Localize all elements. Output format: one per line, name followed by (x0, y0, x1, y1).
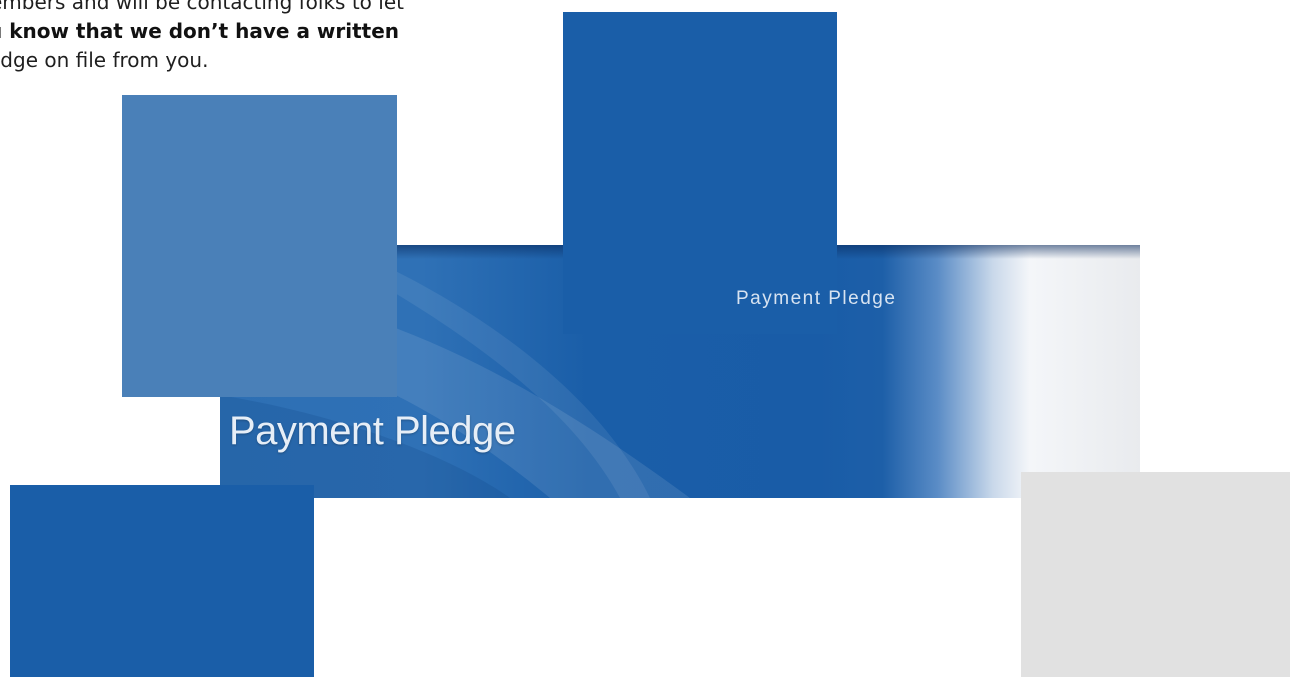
light-blue-block (122, 95, 397, 397)
page: embers and will be contacting folks to l… (0, 0, 1290, 677)
article-line-2: u know that we don’t have a written (0, 19, 400, 43)
banner-title-small: Payment Pledge (736, 288, 897, 309)
article-line-3: edge on file from you. (0, 48, 209, 72)
top-blue-block (563, 12, 837, 334)
gray-block (1021, 472, 1290, 677)
article-body-text: embers and will be contacting folks to l… (0, 0, 550, 75)
white-patch (122, 397, 220, 485)
article-line-1: embers and will be contacting folks to l… (0, 0, 404, 14)
bottom-left-blue-block (10, 485, 314, 677)
banner-title-large: Payment Pledge (229, 409, 516, 453)
